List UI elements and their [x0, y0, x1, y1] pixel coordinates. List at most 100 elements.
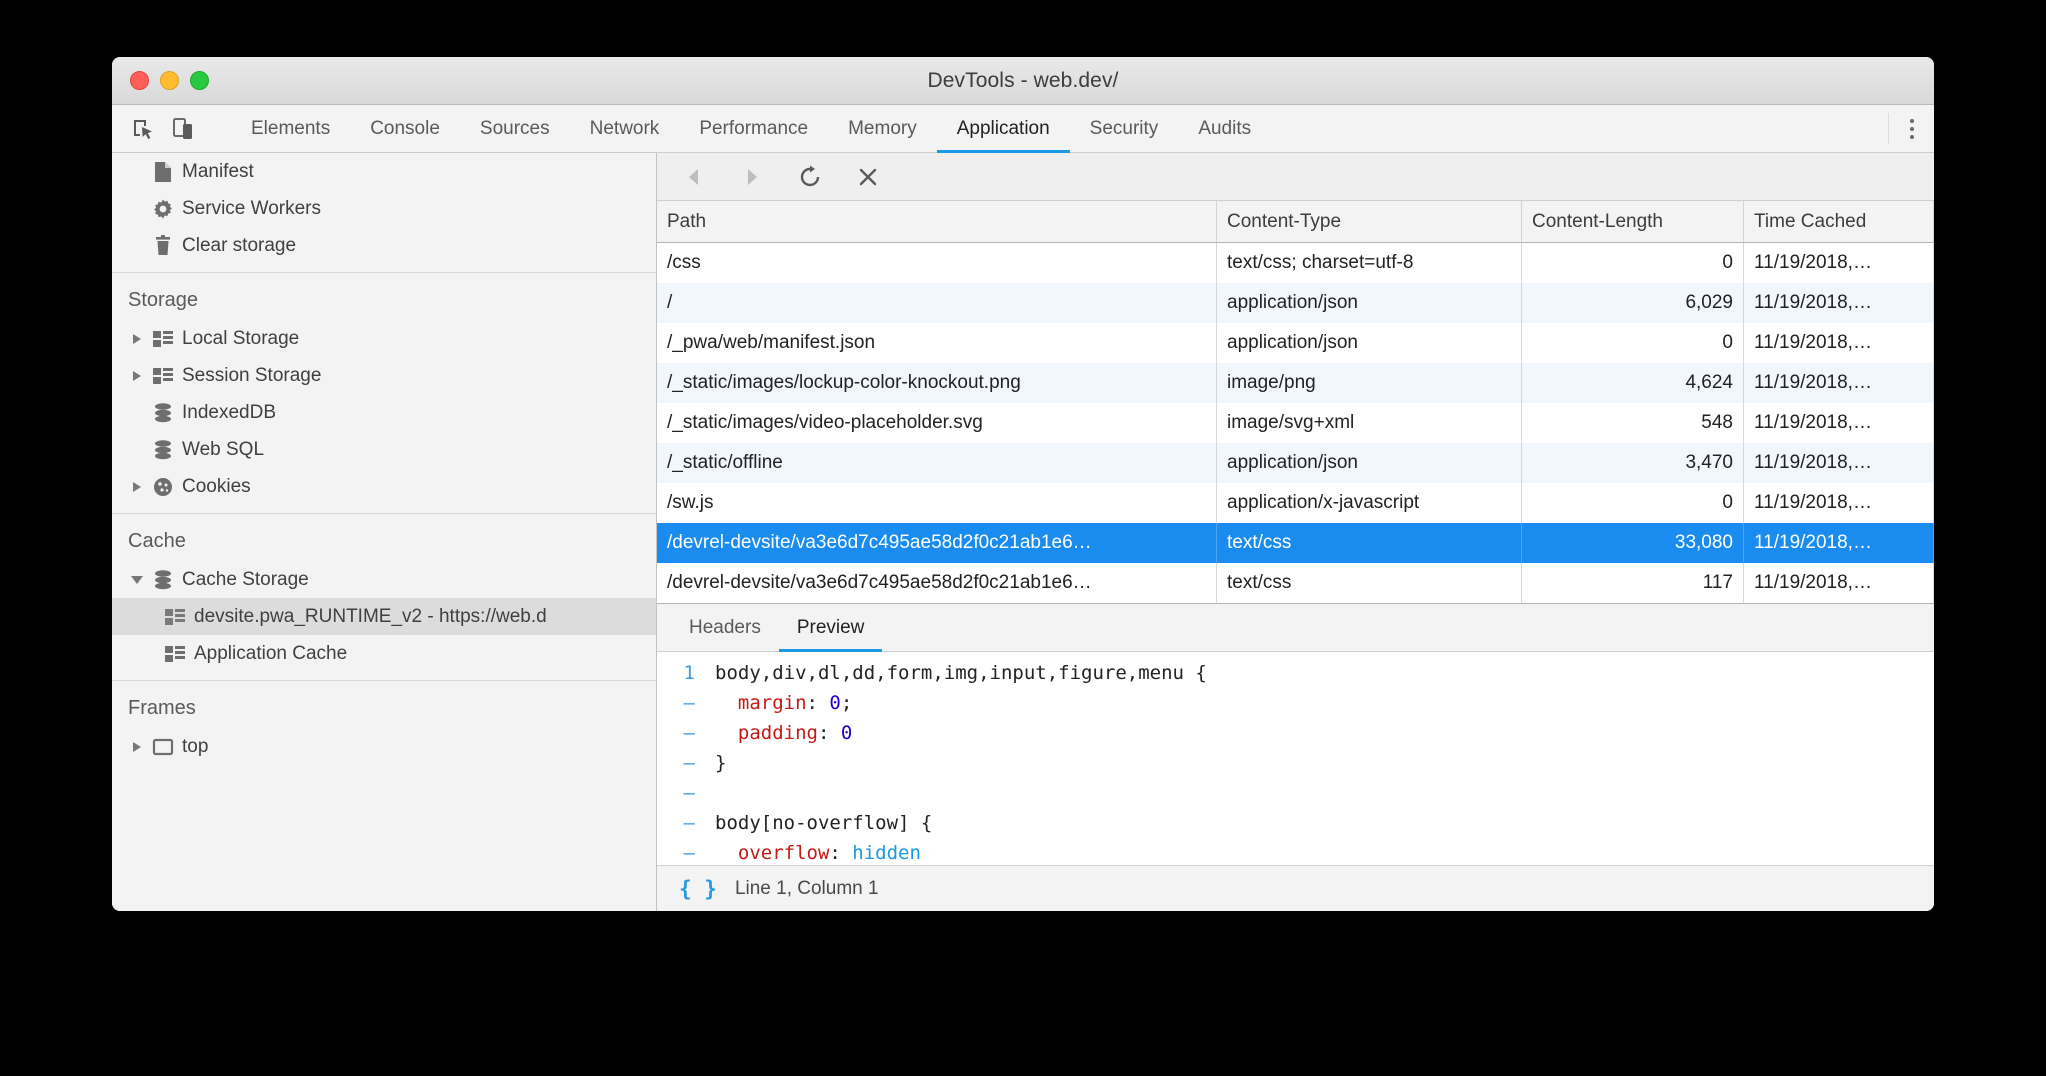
sidebar-item-label: top — [182, 736, 208, 758]
table-row[interactable]: /css text/css; charset=utf-8 0 11/19/201… — [657, 243, 1934, 283]
cell-time-cached: 11/19/2018,… — [1744, 523, 1934, 563]
delete-icon[interactable] — [853, 162, 883, 192]
forward-arrow-icon[interactable] — [737, 162, 767, 192]
window-titlebar: DevTools - web.dev/ — [112, 57, 1934, 105]
table-icon — [148, 330, 178, 348]
code-text: body,div,dl,dd,form,img,input,figure,men… — [705, 662, 1207, 684]
cell-content-length: 0 — [1522, 243, 1744, 283]
cell-time-cached: 11/19/2018,… — [1744, 363, 1934, 403]
column-header-content-length[interactable]: Content-Length — [1522, 201, 1744, 242]
cache-toolbar — [657, 153, 1934, 201]
sidebar-item-label: IndexedDB — [182, 402, 276, 424]
trash-icon — [148, 235, 178, 257]
table-icon — [160, 608, 190, 626]
sidebar-item-cookies[interactable]: Cookies — [112, 468, 656, 505]
cell-path: /_pwa/web/manifest.json — [657, 323, 1217, 363]
sidebar-item-session-storage[interactable]: Session Storage — [112, 357, 656, 394]
table-row[interactable]: /_static/images/video-placeholder.svg im… — [657, 403, 1934, 443]
cache-entries-grid: Path Content-Type Content-Length Time Ca… — [657, 201, 1934, 603]
tab-headers[interactable]: Headers — [671, 604, 779, 651]
line-number: – — [657, 752, 705, 774]
sidebar-item-label: Local Storage — [182, 328, 299, 350]
table-row[interactable]: /_static/images/lockup-color-knockout.pn… — [657, 363, 1934, 403]
cell-path: / — [657, 283, 1217, 323]
sidebar-item-frame-top[interactable]: top — [112, 728, 656, 765]
pretty-print-braces-icon[interactable]: { } — [679, 877, 717, 901]
cell-content-length: 0 — [1522, 483, 1744, 523]
sidebar-item-manifest[interactable]: Manifest — [112, 153, 656, 190]
tab-audits[interactable]: Audits — [1178, 105, 1271, 152]
cell-time-cached: 11/19/2018,… — [1744, 283, 1934, 323]
table-row[interactable]: /devrel-devsite/va3e6d7c495ae58d2f0c21ab… — [657, 563, 1934, 603]
chevron-right-icon[interactable] — [126, 334, 148, 344]
table-row-selected[interactable]: /devrel-devsite/va3e6d7c495ae58d2f0c21ab… — [657, 523, 1934, 563]
code-line: – — [657, 778, 1934, 808]
code-text: overflow: hidden — [705, 842, 921, 864]
sidebar-item-cache-devsite-pwa-runtime-v2[interactable]: devsite.pwa_RUNTIME_v2 - https://web.d — [112, 598, 656, 635]
sidebar-section-frames: Frames — [112, 681, 656, 728]
code-line: – padding: 0 — [657, 718, 1934, 748]
tab-memory[interactable]: Memory — [828, 105, 937, 152]
code-viewer[interactable]: 1 body,div,dl,dd,form,img,input,figure,m… — [657, 652, 1934, 865]
cell-time-cached: 11/19/2018,… — [1744, 243, 1934, 283]
cell-path: /_static/images/video-placeholder.svg — [657, 403, 1217, 443]
cell-content-length: 0 — [1522, 323, 1744, 363]
cell-content-length: 6,029 — [1522, 283, 1744, 323]
cell-time-cached: 11/19/2018,… — [1744, 563, 1934, 603]
tab-console[interactable]: Console — [350, 105, 460, 152]
code-text: margin: 0; — [705, 692, 852, 714]
sidebar-item-clear-storage[interactable]: Clear storage — [112, 227, 656, 264]
table-icon — [148, 367, 178, 385]
sidebar-item-indexeddb[interactable]: IndexedDB — [112, 394, 656, 431]
column-header-path[interactable]: Path — [657, 201, 1217, 242]
chevron-right-icon[interactable] — [126, 371, 148, 381]
sidebar-item-web-sql[interactable]: Web SQL — [112, 431, 656, 468]
tab-performance[interactable]: Performance — [679, 105, 828, 152]
sidebar-section-storage: Storage — [112, 273, 656, 320]
tab-elements[interactable]: Elements — [231, 105, 350, 152]
sidebar-item-label: Manifest — [182, 161, 254, 183]
sidebar-item-label: Clear storage — [182, 235, 296, 257]
chevron-right-icon[interactable] — [126, 742, 148, 752]
table-row[interactable]: / application/json 6,029 11/19/2018,… — [657, 283, 1934, 323]
sidebar-item-label: Web SQL — [182, 439, 264, 461]
sidebar-item-application-cache[interactable]: Application Cache — [112, 635, 656, 672]
chevron-down-icon[interactable] — [126, 576, 148, 584]
code-line: – body[no-overflow] { — [657, 808, 1934, 838]
gear-icon — [148, 198, 178, 220]
sidebar-item-service-workers[interactable]: Service Workers — [112, 190, 656, 227]
table-row[interactable]: /_static/offline application/json 3,470 … — [657, 443, 1934, 483]
database-icon — [148, 439, 178, 461]
devtools-tabstrip: Elements Console Sources Network Perform… — [112, 105, 1934, 153]
cell-content-type: application/json — [1217, 323, 1522, 363]
database-icon — [148, 402, 178, 424]
tab-sources[interactable]: Sources — [460, 105, 570, 152]
cell-content-type: text/css; charset=utf-8 — [1217, 243, 1522, 283]
inspect-element-icon[interactable] — [130, 116, 156, 142]
chevron-right-icon[interactable] — [126, 482, 148, 492]
column-header-time-cached[interactable]: Time Cached — [1744, 201, 1934, 242]
tab-preview[interactable]: Preview — [779, 604, 883, 651]
devtools-content: Manifest Service Workers — [112, 153, 1934, 911]
code-line: – } — [657, 748, 1934, 778]
table-icon — [160, 645, 190, 663]
table-row[interactable]: /_pwa/web/manifest.json application/json… — [657, 323, 1934, 363]
cell-content-type: application/json — [1217, 443, 1522, 483]
sidebar-item-cache-storage[interactable]: Cache Storage — [112, 561, 656, 598]
devtools-window: DevTools - web.dev/ Elements Console Sou… — [112, 57, 1934, 911]
refresh-icon[interactable] — [795, 162, 825, 192]
more-options-icon[interactable] — [1888, 113, 1934, 144]
response-preview-pane: Headers Preview 1 body,div,dl,dd,form,im… — [657, 603, 1934, 911]
cell-content-length: 33,080 — [1522, 523, 1744, 563]
code-text: padding: 0 — [705, 722, 852, 744]
cell-path: /_static/offline — [657, 443, 1217, 483]
tab-network[interactable]: Network — [570, 105, 680, 152]
sidebar-item-local-storage[interactable]: Local Storage — [112, 320, 656, 357]
tab-application[interactable]: Application — [937, 105, 1070, 152]
device-toolbar-icon[interactable] — [170, 116, 196, 142]
code-line: – overflow: hidden — [657, 838, 1934, 865]
tab-security[interactable]: Security — [1070, 105, 1179, 152]
table-row[interactable]: /sw.js application/x-javascript 0 11/19/… — [657, 483, 1934, 523]
back-arrow-icon[interactable] — [679, 162, 709, 192]
column-header-content-type[interactable]: Content-Type — [1217, 201, 1522, 242]
